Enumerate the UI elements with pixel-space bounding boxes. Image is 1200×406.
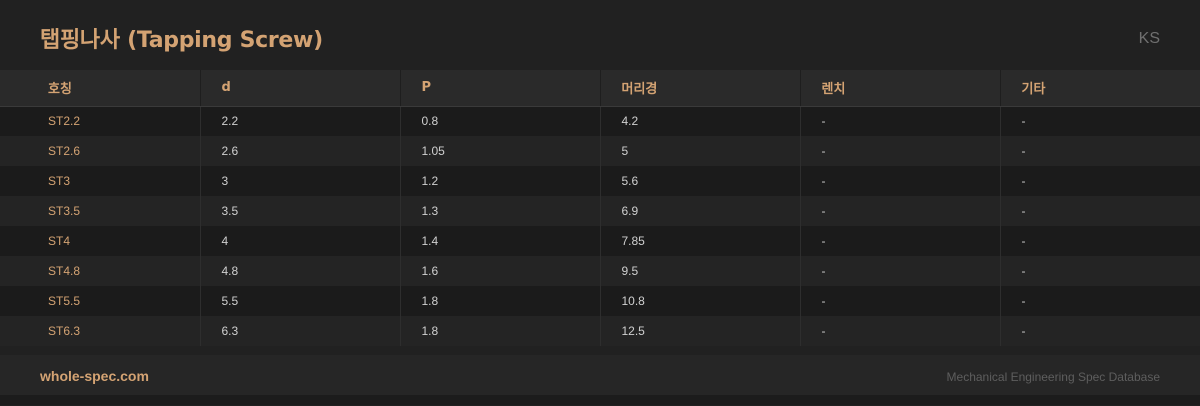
- cell-wrench: -: [800, 136, 1001, 166]
- column-header-name: 호칭: [0, 70, 201, 107]
- cell-wrench: -: [800, 256, 1001, 286]
- column-header-d: d: [200, 70, 401, 107]
- cell-d: 3: [200, 166, 401, 196]
- cell-d: 2.2: [200, 106, 401, 136]
- cell-wrench: -: [800, 226, 1001, 256]
- cell-p: 0.8: [400, 106, 601, 136]
- cell-name: ST5.5: [0, 286, 201, 316]
- table-row: ST5.5 5.5 1.8 10.8- -: [0, 286, 1200, 316]
- cell-other: -: [1021, 324, 1026, 338]
- cell-wrench: -: [800, 286, 1001, 316]
- cell-name: ST3.5: [0, 196, 201, 226]
- cell-head-diameter: 5: [600, 136, 801, 166]
- site-link[interactable]: whole-spec.com: [40, 368, 149, 384]
- cell-head-diameter: 6.9: [600, 196, 801, 226]
- cell-p: 1.8: [400, 286, 601, 316]
- footer-tagline: Mechanical Engineering Spec Database: [946, 370, 1160, 384]
- cell-p: 1.3: [400, 196, 601, 226]
- table-row: ST6.3 6.3 1.8 12.5- -: [0, 316, 1200, 346]
- cell-head-diameter: 7.85: [600, 226, 801, 256]
- cell-name: ST6.3: [0, 316, 201, 346]
- cell-name: ST2.2: [0, 106, 201, 136]
- cell-name: ST2.6: [0, 136, 201, 166]
- page-footer: whole-spec.com Mechanical Engineering Sp…: [0, 355, 1200, 395]
- cell-d: 5.5: [200, 286, 401, 316]
- cell-name: ST4: [0, 226, 201, 256]
- column-header-p: P: [400, 70, 601, 107]
- cell-head-diameter: 10.8: [600, 286, 801, 316]
- table-row: ST2.6 2.6 1.05 5- -: [0, 136, 1200, 166]
- cell-p: 1.05: [400, 136, 601, 166]
- table-row: ST4.8 4.8 1.6 9.5- -: [0, 256, 1200, 286]
- page-header: 탭핑나사 (Tapping Screw) KS: [0, 0, 1200, 70]
- table-body: ST2.2 2.2 0.8 4.2- - ST2.6 2.6 1.05 5- - ST3 3 1.2 5.…: [0, 106, 1200, 346]
- cell-other: -: [1021, 294, 1026, 308]
- cell-head-diameter: 9.5: [600, 256, 801, 286]
- column-header-head-diameter: 머리경: [600, 70, 801, 107]
- table-row: ST3.5 3.5 1.3 6.9- -: [0, 196, 1200, 226]
- standard-badge: KS: [1138, 30, 1160, 47]
- cell-wrench: -: [800, 316, 1001, 346]
- cell-head-diameter: 4.2: [600, 106, 801, 136]
- cell-other: -: [1021, 144, 1026, 158]
- cell-d: 3.5: [200, 196, 401, 226]
- cell-p: 1.2: [400, 166, 601, 196]
- cell-p: 1.6: [400, 256, 601, 286]
- column-header-other: 기타: [1000, 70, 1200, 107]
- cell-d: 2.6: [200, 136, 401, 166]
- cell-head-diameter: 5.6: [600, 166, 801, 196]
- footer-bottom-bar: [0, 395, 1200, 405]
- table-row: ST2.2 2.2 0.8 4.2- -: [0, 106, 1200, 136]
- cell-wrench: -: [800, 106, 1001, 136]
- cell-name: ST4.8: [0, 256, 201, 286]
- table-row: ST4 4 1.4 7.85- -: [0, 226, 1200, 256]
- cell-wrench: -: [800, 196, 1001, 226]
- cell-other: -: [1021, 264, 1026, 278]
- page-title: 탭핑나사 (Tapping Screw): [40, 28, 323, 53]
- cell-d: 6.3: [200, 316, 401, 346]
- spec-table: 호칭 d P 머리경 렌치 기타 ST2.2 2.2 0.8 4.2- - ST2.6 2.…: [0, 70, 1200, 346]
- cell-d: 4: [200, 226, 401, 256]
- cell-name: ST3: [0, 166, 201, 196]
- cell-head-diameter: 12.5: [600, 316, 801, 346]
- cell-p: 1.4: [400, 226, 601, 256]
- cell-wrench: -: [800, 166, 1001, 196]
- cell-p: 1.8: [400, 316, 601, 346]
- cell-other: -: [1021, 234, 1026, 248]
- table-header-row: 호칭 d P 머리경 렌치 기타: [0, 70, 1200, 107]
- cell-other: -: [1021, 174, 1026, 188]
- cell-other: -: [1021, 114, 1026, 129]
- table-row: ST3 3 1.2 5.6- -: [0, 166, 1200, 196]
- cell-d: 4.8: [200, 256, 401, 286]
- column-header-wrench: 렌치: [800, 70, 1001, 107]
- cell-other: -: [1021, 204, 1026, 218]
- spacer: [0, 346, 1200, 355]
